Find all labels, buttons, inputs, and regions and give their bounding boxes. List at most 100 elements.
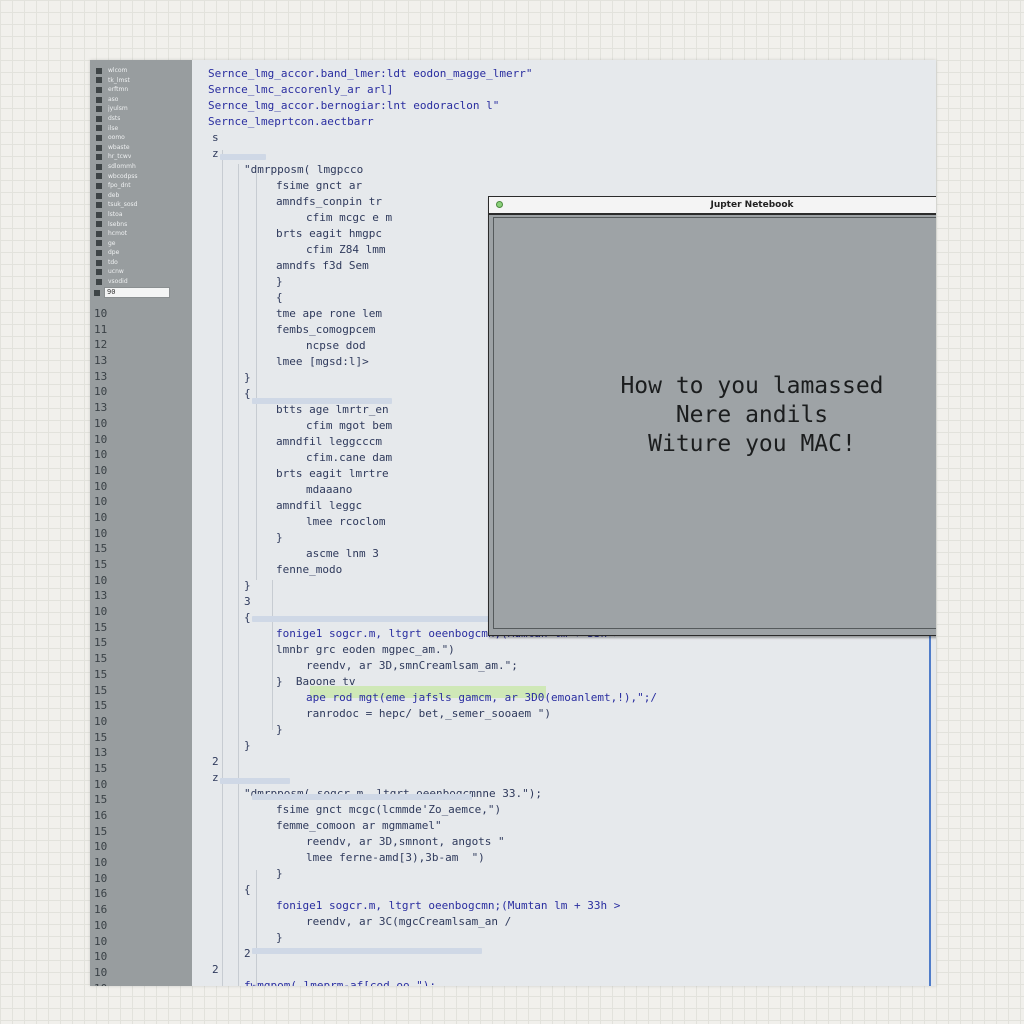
file-list-item[interactable]: tk_lmst [96,76,188,86]
file-list-item[interactable]: jyulsm [96,104,188,114]
file-label: hr_tcwv [108,153,132,161]
code-line: reendv, ar 3C(mgcCreamlsam_an / [306,915,512,928]
line-number: 15 [94,824,108,838]
code-line: } [244,579,251,592]
line-number: 10 [94,510,108,524]
code-line: reendv, ar 3D,smnont, angots " [306,835,505,848]
file-icon [96,259,102,266]
file-list-item[interactable]: lsebns [96,220,188,230]
code-line: ranrodoc = hepc/ bet,_semer_sooaem ") [306,707,552,720]
folder-icon [94,289,100,296]
indent-guide [272,580,273,730]
file-list-item[interactable]: aso [96,95,188,105]
notebook-titlebar[interactable]: Jupter Netebook [489,197,936,215]
line-number: 10 [94,777,108,791]
file-label: hcmot [108,230,127,238]
file-list-item[interactable]: erftmn [96,85,188,95]
line-number: 12 [94,338,108,352]
sidebar-search-input[interactable]: 90 [104,287,170,298]
file-list-item[interactable]: deb [96,191,188,201]
file-label: dsts [108,114,121,122]
file-list: wlcom tk_lmst erftmn aso jyulsm dsts ilse oomo w… [96,66,188,287]
file-icon [96,230,102,237]
file-icon [96,202,102,209]
code-line: 2 [244,947,251,960]
line-number: 13 [94,589,108,603]
fold-marker[interactable] [220,154,266,160]
fold-marker[interactable] [252,948,482,954]
line-number: 15 [94,667,108,681]
file-list-item[interactable]: wbaste [96,143,188,153]
line-number: 13 [94,369,108,383]
file-label: jyulsm [108,105,128,113]
code-line: } [244,371,251,384]
line-number: 10 [94,495,108,509]
line-number: 15 [94,542,108,556]
line-number: 10 [94,950,108,964]
code-line: cfim mgot bem [306,419,393,432]
file-list-item[interactable]: ucnw [96,267,188,277]
line-number: 10 [94,934,108,948]
line-number: 15 [94,793,108,807]
code-line: lmee ferne-amd[3),3b-am ") [306,851,485,864]
fold-marker[interactable] [252,398,392,404]
file-list-item[interactable]: dsts [96,114,188,124]
code-line: fenne_modo [276,563,343,576]
file-label: deb [108,191,120,199]
file-list-item[interactable]: hr_tcwv [96,152,188,162]
line-number: 13 [94,401,108,415]
indent-guide [256,410,257,580]
file-list-item[interactable]: hcmot [96,229,188,239]
file-list-item[interactable]: tdo [96,258,188,268]
code-line: cfim.cane dam [306,451,393,464]
fold-marker[interactable] [220,778,290,784]
file-list-item[interactable]: wbcodpss [96,172,188,182]
file-list-item[interactable]: tsuk_sosd [96,200,188,210]
file-list-item[interactable]: ge [96,239,188,249]
line-number: 15 [94,699,108,713]
line-number: 16 [94,887,108,901]
file-icon [96,211,102,218]
file-icon [96,67,102,74]
line-number: 10 [94,918,108,932]
file-icon [96,278,102,285]
file-list-item[interactable]: sdlommh [96,162,188,172]
scroll-rule[interactable] [929,580,931,986]
sidebar-search: 90 [94,286,184,299]
code-line: z [212,771,219,784]
sidebar-gutter: wlcom tk_lmst erftmn aso jyulsm dsts ilse oomo w… [90,60,192,986]
file-list-item[interactable]: fpo_dnt [96,181,188,191]
file-list-item[interactable]: lstoa [96,210,188,220]
code-line: tme ape rone lem [276,307,382,320]
file-list-item[interactable]: dpe [96,248,188,258]
code-line: 3 [244,595,251,608]
fold-marker[interactable] [252,794,472,800]
line-number: 16 [94,903,108,917]
line-number: 10 [94,871,108,885]
code-line: "dmrpposm( lmgpcco [244,163,364,176]
line-number: 10 [94,965,108,979]
line-number: 15 [94,636,108,650]
file-icon [96,250,102,257]
file-list-item[interactable]: ilse [96,124,188,134]
code-line: mdaaano [306,483,353,496]
code-line: s [212,131,219,144]
code-line: { [276,291,283,304]
file-icon [96,106,102,113]
line-number: 10 [94,714,108,728]
code-line: amndfil leggc [276,499,363,512]
code-line: reendv, ar 3D,smnCreamlsam_am."; [306,659,518,672]
file-label: oomo [108,134,125,142]
file-list-item[interactable]: wlcom [96,66,188,76]
file-label: tsuk_sosd [108,201,138,209]
jupyter-notebook-window[interactable]: Jupter Netebook How to you lamassed Nere … [488,196,936,636]
ide-screen: wlcom tk_lmst erftmn aso jyulsm dsts ilse oomo w… [90,60,936,986]
file-list-item[interactable]: oomo [96,133,188,143]
file-icon [96,240,102,247]
line-number: 10 [94,479,108,493]
file-icon [96,173,102,180]
file-icon [96,86,102,93]
code-line: ncpse dod [306,339,366,352]
code-line: } [244,739,251,752]
notebook-title: Jupter Netebook [710,200,794,210]
